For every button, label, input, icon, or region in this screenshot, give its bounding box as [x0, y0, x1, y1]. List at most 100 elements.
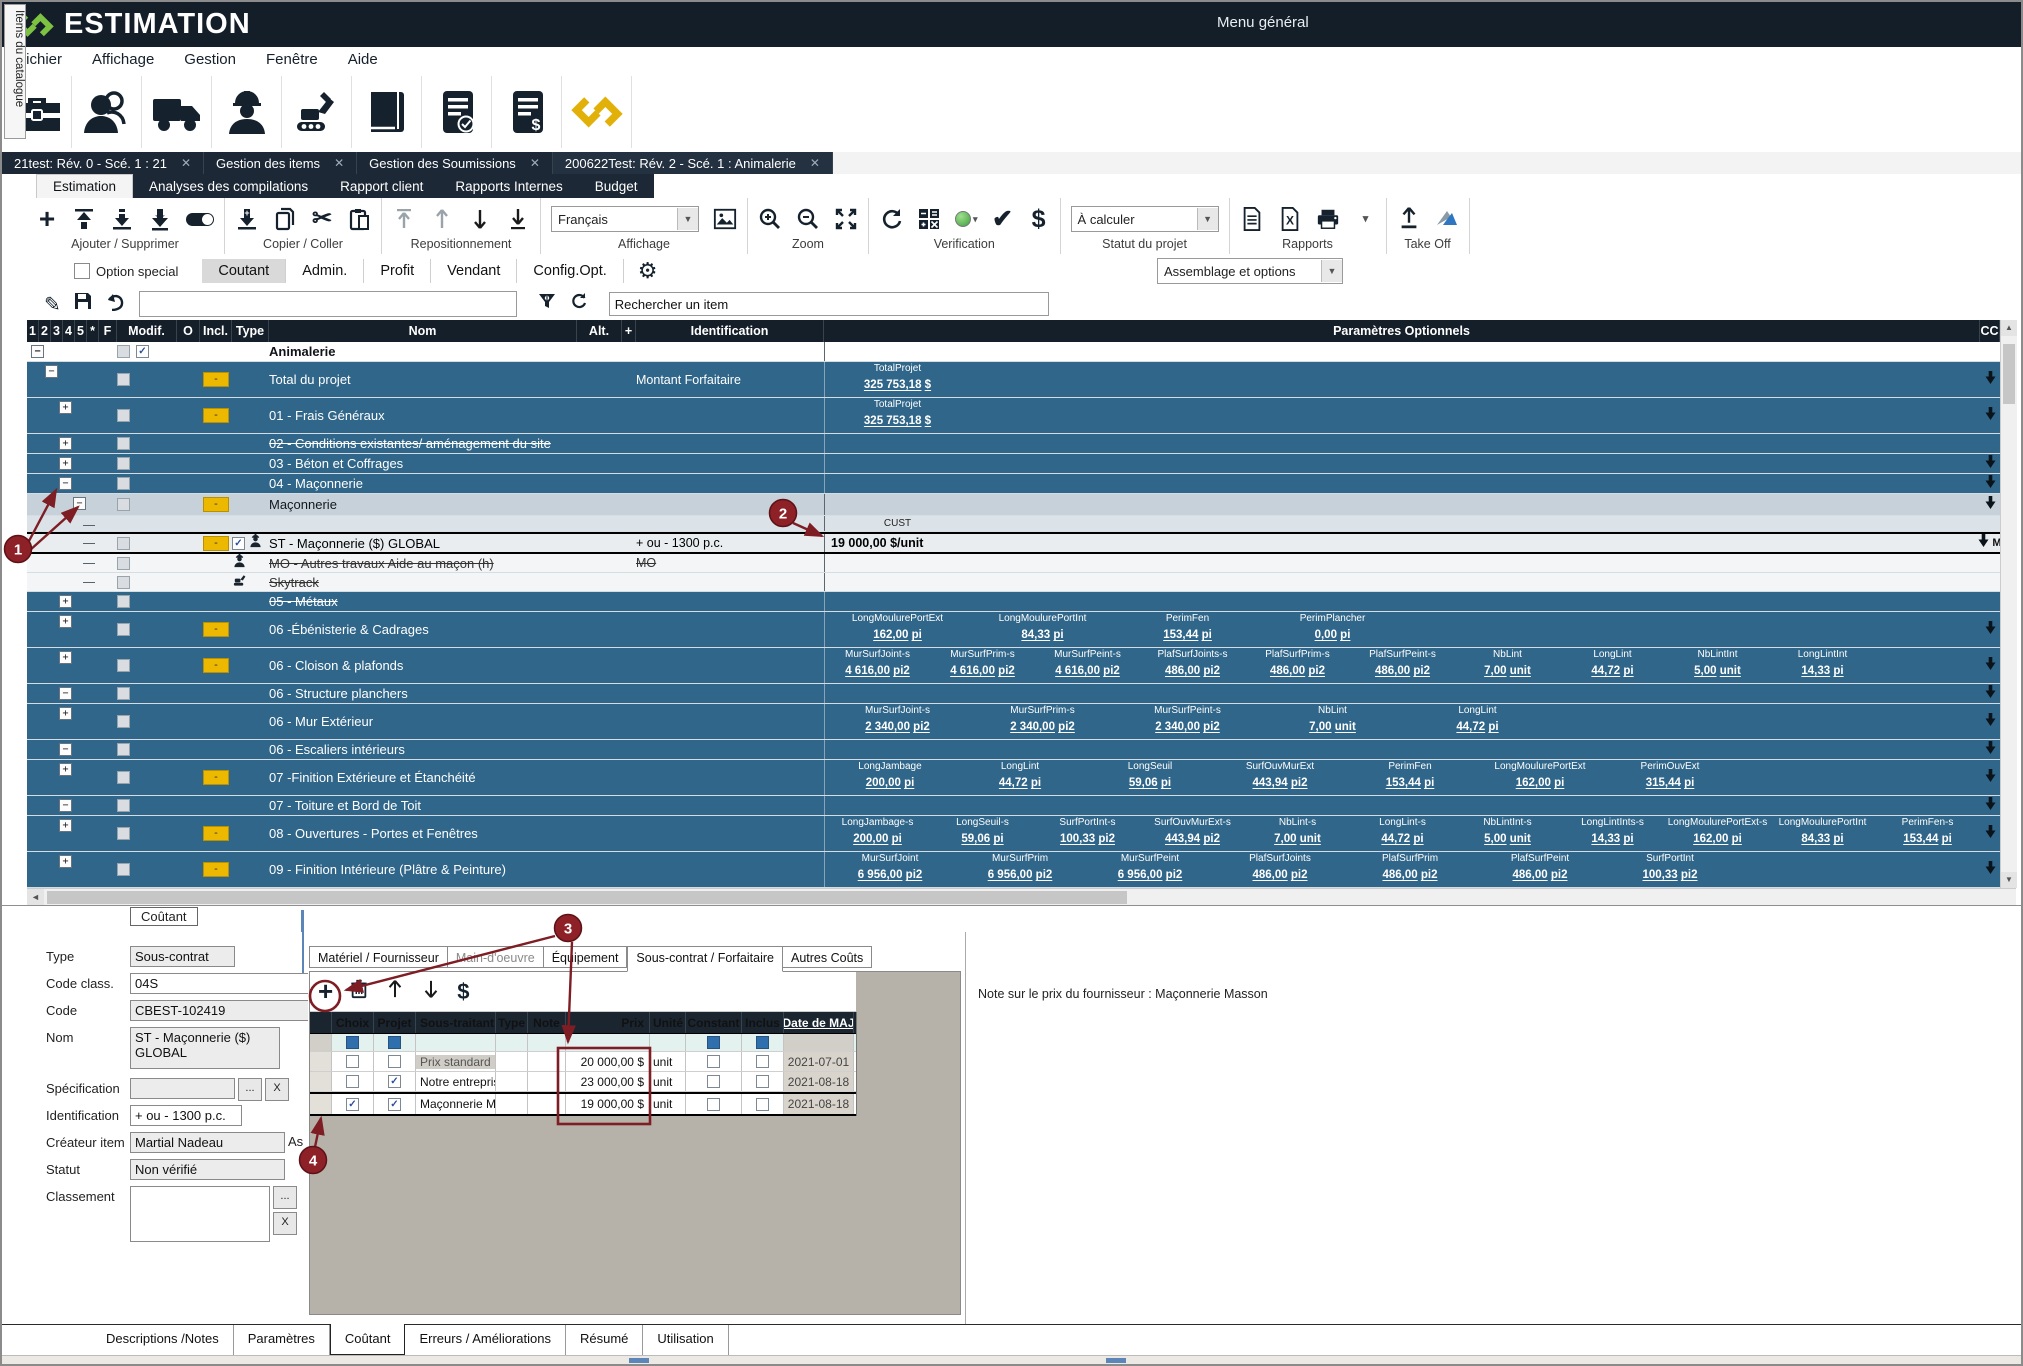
choix-checkbox[interactable]: ✓ [346, 1098, 359, 1111]
splitter-handle[interactable] [1106, 1358, 1126, 1363]
bottom-tab-coutant[interactable]: Coûtant [330, 1324, 406, 1355]
param-value[interactable]: 200,00 pi [825, 774, 955, 793]
toggle-icon[interactable] [186, 213, 214, 226]
projet-checkbox[interactable] [388, 1055, 401, 1068]
param-longmoulureportint[interactable]: LongMoulurePortInt84,33 pi [970, 612, 1115, 647]
param-value[interactable]: 7,00 unit [1260, 718, 1405, 737]
param-longseuil[interactable]: LongSeuil59,06 pi [1085, 760, 1215, 795]
param-surfouvmurext[interactable]: SurfOuvMurExt443,94 pi2 [1215, 760, 1345, 795]
cc-down-icon[interactable] [1985, 713, 1996, 731]
flag-checkbox[interactable] [117, 477, 130, 490]
param-perimfen[interactable]: PerimFen153,44 pi [1345, 760, 1475, 795]
param-value[interactable]: 4 616,00 pi2 [930, 662, 1035, 681]
menu-gestion[interactable]: Gestion [169, 51, 251, 68]
modif-checkbox[interactable]: ✓ [136, 345, 149, 358]
mode-tab-vendant[interactable]: Vendant [431, 259, 517, 283]
grid-col-alt[interactable]: Alt. [577, 320, 622, 342]
dollar-icon[interactable]: $ [1028, 206, 1050, 232]
inclus-checkbox[interactable] [756, 1075, 769, 1088]
flag-checkbox[interactable] [117, 595, 130, 608]
image-icon[interactable] [713, 207, 737, 231]
param-mursurfpeint[interactable]: MurSurfPeint6 956,00 pi2 [1085, 852, 1215, 887]
field-code[interactable]: CBEST-102419 [130, 1000, 318, 1021]
price-col-note[interactable]: Note [528, 1012, 566, 1033]
param-value[interactable]: 2 340,00 pi2 [1115, 718, 1260, 737]
scroll-down-icon[interactable]: ▼ [2001, 872, 2017, 888]
calc-icon[interactable] [917, 207, 941, 231]
grid-row-04-maconnerie[interactable]: −04 - Maçonnerie [27, 474, 2000, 494]
param-mursurfprim-s[interactable]: MurSurfPrim-s4 616,00 pi2 [930, 648, 1035, 683]
param-plafsurfpeint-s[interactable]: PlafSurfPeint-s486,00 pi2 [1350, 648, 1455, 683]
field-classement[interactable] [130, 1186, 270, 1242]
param-longlint-s[interactable]: LongLint-s44,72 pi [1350, 816, 1455, 851]
vertical-scroll-thumb[interactable] [2003, 344, 2015, 404]
mode-tab-coutant[interactable]: Coutant [202, 259, 286, 283]
collapse-icon[interactable]: − [45, 365, 58, 378]
param-value[interactable]: 153,44 pi [1115, 626, 1260, 645]
param-totalprojet[interactable]: TotalProjet325 753,18 $ [825, 398, 970, 433]
grid-col-modif[interactable]: Modif. [117, 320, 177, 342]
param-value[interactable]: 44,72 pi [1560, 662, 1665, 681]
param-mursurfjoint[interactable]: MurSurfJoint6 956,00 pi2 [825, 852, 955, 887]
param-value[interactable]: 315,44 pi [1605, 774, 1735, 793]
grid-row-st-maconnerie-global[interactable]: -✓ST - Maçonnerie ($) GLOBAL+ ou - 1300 … [27, 532, 2000, 554]
filter-icon[interactable] [537, 291, 557, 317]
expand-icon[interactable]: + [59, 615, 72, 628]
price-col-unite[interactable]: Unité [650, 1012, 686, 1033]
add-icon[interactable]: + [36, 206, 58, 232]
mode-tab-admin[interactable]: Admin. [286, 259, 364, 283]
close-icon[interactable]: ✕ [810, 156, 820, 170]
param-nblintint[interactable]: NbLintInt5,00 unit [1665, 648, 1770, 683]
incl-flag[interactable]: - [203, 658, 229, 673]
cc-down-icon[interactable] [1985, 861, 1996, 879]
grid-row-mo-autres-travaux-aide-au-macon-h[interactable]: MO - Autres travaux Aide au maçon (h)MO [27, 554, 2000, 573]
param-value[interactable]: 84,33 pi [1770, 830, 1875, 849]
param-value[interactable]: 5,00 unit [1665, 662, 1770, 681]
cc-down-icon[interactable] [1985, 496, 1996, 514]
param-value[interactable]: 162,00 pi [1475, 774, 1605, 793]
field-nom[interactable]: ST - Maçonnerie ($) GLOBAL [130, 1027, 280, 1069]
menu-aide[interactable]: Aide [333, 51, 393, 68]
doc-tab-gestion-des-soumissions[interactable]: Gestion des Soumissions✕ [357, 152, 553, 174]
param-value[interactable]: 486,00 pi2 [1215, 866, 1345, 885]
incl-flag[interactable]: - [203, 622, 229, 637]
takeoff-brand-icon[interactable] [1435, 207, 1459, 231]
param-value[interactable]: 6 956,00 pi2 [825, 866, 955, 885]
check-icon[interactable]: ✔ [992, 206, 1014, 232]
cost-tab-sous-contrat-forfaitaire[interactable]: Sous-contrat / Forfaitaire [627, 946, 783, 972]
param-value[interactable]: 44,72 pi [955, 774, 1085, 793]
collapse-icon[interactable]: − [73, 497, 86, 510]
param-value[interactable]: 4 616,00 pi2 [825, 662, 930, 681]
grid-col-type[interactable]: Type [232, 320, 269, 342]
grid-col-4[interactable]: 4 [63, 320, 75, 342]
param-longseuil-s[interactable]: LongSeuil-s59,06 pi [930, 816, 1035, 851]
grid-col-[interactable]: + [622, 320, 636, 342]
collapse-icon[interactable]: − [59, 743, 72, 756]
grid-row-03-beton-et-coffrages[interactable]: +03 - Béton et Coffrages [27, 454, 2000, 474]
bottom-tab-utilisation[interactable]: Utilisation [643, 1325, 728, 1355]
price-col-inclus[interactable]: Inclus [742, 1012, 784, 1033]
collapse-icon[interactable]: − [59, 799, 72, 812]
param-value[interactable]: 486,00 pi2 [1345, 866, 1475, 885]
price-row-prix-standard[interactable]: Prix standard20 000,00 $unit2021-07-01 [310, 1052, 856, 1072]
grid-col-5[interactable]: 5 [75, 320, 87, 342]
gear-icon[interactable]: ⚙ [638, 258, 658, 284]
param-perimfen-s[interactable]: PerimFen-s153,44 pi [1875, 816, 1980, 851]
close-icon[interactable]: ✕ [530, 156, 540, 170]
price-row-notre-entreprise[interactable]: ✓Notre entreprise23 000,00 $unit2021-08-… [310, 1072, 856, 1092]
bottom-tab-erreurs-ameliorations[interactable]: Erreurs / Améliorations [405, 1325, 566, 1355]
move-up-icon[interactable] [430, 207, 454, 231]
cut-icon[interactable]: ✂ [311, 206, 333, 232]
view-tab-analyses-des-compilations[interactable]: Analyses des compilations [133, 174, 324, 198]
horizontal-scroll-thumb[interactable] [47, 891, 1127, 904]
move-top-icon[interactable] [392, 207, 416, 231]
insert-down-icon[interactable] [110, 207, 134, 231]
incl-flag[interactable]: - [203, 862, 229, 877]
grid-col-cc[interactable]: CC [1980, 320, 2000, 342]
param-value[interactable]: 443,94 pi2 [1140, 830, 1245, 849]
price-col-projet[interactable]: Projet [374, 1012, 416, 1033]
param-longjambage-s[interactable]: LongJambage-s200,00 pi [825, 816, 930, 851]
expand-icon[interactable]: + [59, 595, 72, 608]
grid-col-3[interactable]: 3 [51, 320, 63, 342]
grid-row-07-toiture-et-bord-de-toit[interactable]: −07 - Toiture et Bord de Toit [27, 796, 2000, 816]
